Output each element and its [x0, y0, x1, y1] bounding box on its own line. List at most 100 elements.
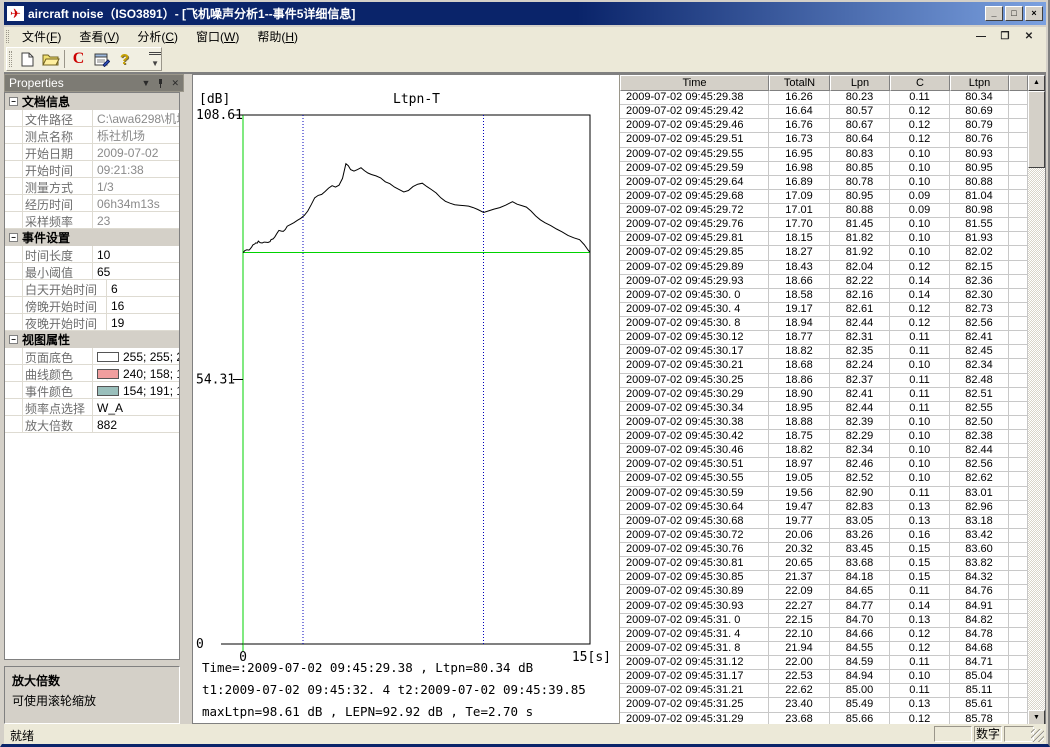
table-row[interactable]: 2009-07-02 09:45:29.6817.0980.950.0981.0… [620, 190, 1028, 204]
column-header-lpn[interactable]: Lpn [830, 75, 890, 91]
table-row[interactable]: 2009-07-02 09:45:30.5519.0582.520.1082.6… [620, 472, 1028, 486]
table-row[interactable]: 2009-07-02 09:45:31.1722.5384.940.1085.0… [620, 670, 1028, 684]
property-value[interactable]: 09:21:38 [93, 161, 179, 177]
collapse-icon[interactable]: − [9, 97, 18, 106]
table-row[interactable]: 2009-07-02 09:45:29.4616.7680.670.1280.7… [620, 119, 1028, 133]
collapse-icon[interactable]: − [9, 335, 18, 344]
table-row[interactable]: 2009-07-02 09:45:31.2122.6285.000.1185.1… [620, 684, 1028, 698]
color-swatch-icon[interactable] [97, 369, 119, 379]
table-row[interactable]: 2009-07-02 09:45:29.7217.0180.880.0980.9… [620, 204, 1028, 218]
table-row[interactable]: 2009-07-02 09:45:30. 419.1782.610.1282.7… [620, 303, 1028, 317]
maximize-button[interactable]: □ [1005, 6, 1023, 21]
menu-grip[interactable] [6, 30, 9, 43]
table-row[interactable]: 2009-07-02 09:45:30.8120.6583.680.1583.8… [620, 557, 1028, 571]
column-header-c[interactable]: C [890, 75, 950, 91]
table-row[interactable]: 2009-07-02 09:45:30.4218.7582.290.1082.3… [620, 430, 1028, 444]
property-value[interactable]: 882 [93, 416, 179, 432]
minimize-button[interactable]: _ [985, 6, 1003, 21]
resize-grip[interactable] [1031, 729, 1044, 742]
property-value[interactable]: 154; 191; 187 [93, 382, 179, 398]
analysis-button[interactable]: C [67, 48, 90, 70]
table-row[interactable]: 2009-07-02 09:45:29.5116.7380.640.1280.7… [620, 133, 1028, 147]
table-row[interactable]: 2009-07-02 09:45:30.4618.8282.340.1082.4… [620, 444, 1028, 458]
menu-item-3[interactable]: 窗口(W) [187, 28, 248, 46]
toolbar-overflow-icon[interactable]: ▼ [149, 52, 161, 66]
menu-item-2[interactable]: 分析(C) [128, 28, 187, 46]
table-row[interactable]: 2009-07-02 09:45:30. 818.9482.440.1282.5… [620, 317, 1028, 331]
table-row[interactable]: 2009-07-02 09:45:30.1218.7782.310.1182.4… [620, 331, 1028, 345]
property-value[interactable]: 240; 158; 158 [93, 365, 179, 381]
table-row[interactable]: 2009-07-02 09:45:29.6416.8980.780.1080.8… [620, 176, 1028, 190]
table-row[interactable]: 2009-07-02 09:45:30.1718.8282.350.1182.4… [620, 345, 1028, 359]
properties-header[interactable]: Properties ▼ ✕ [4, 74, 184, 92]
color-swatch-icon[interactable] [97, 386, 119, 396]
column-header-filler[interactable] [1009, 75, 1028, 91]
property-section-header[interactable]: −文档信息 [5, 93, 179, 110]
table-row[interactable]: 2009-07-02 09:45:30.5919.5682.900.1183.0… [620, 487, 1028, 501]
column-header-time[interactable]: Time [620, 75, 769, 91]
table-row[interactable]: 2009-07-02 09:45:29.8518.2781.920.1082.0… [620, 246, 1028, 260]
table-row[interactable]: 2009-07-02 09:45:30.6419.4782.830.1382.9… [620, 501, 1028, 515]
table-row[interactable]: 2009-07-02 09:45:29.3816.2680.230.1180.3… [620, 91, 1028, 105]
property-value[interactable]: 06h34m13s [93, 195, 179, 211]
property-value[interactable]: W_A [93, 399, 179, 415]
table-row[interactable]: 2009-07-02 09:45:29.8118.1581.820.1081.9… [620, 232, 1028, 246]
menu-item-4[interactable]: 帮助(H) [248, 28, 307, 46]
scroll-thumb[interactable] [1028, 91, 1045, 168]
property-value[interactable]: 19 [107, 314, 179, 330]
table-row[interactable]: 2009-07-02 09:45:30.8922.0984.650.1184.7… [620, 585, 1028, 599]
column-header-totaln[interactable]: TotalN [769, 75, 830, 91]
table-row[interactable]: 2009-07-02 09:45:31.2523.4085.490.1385.6… [620, 698, 1028, 712]
property-value[interactable]: 65 [93, 263, 179, 279]
table-row[interactable]: 2009-07-02 09:45:30.8521.3784.180.1584.3… [620, 571, 1028, 585]
property-section-header[interactable]: −事件设置 [5, 229, 179, 246]
property-value[interactable]: 2009-07-02 [93, 144, 179, 160]
close-button[interactable]: × [1025, 6, 1043, 21]
table-row[interactable]: 2009-07-02 09:45:30.3418.9582.440.1182.5… [620, 402, 1028, 416]
table-row[interactable]: 2009-07-02 09:45:31.1222.0084.590.1184.7… [620, 656, 1028, 670]
property-value[interactable]: 10 [93, 246, 179, 262]
mdi-restore-button[interactable]: ❐ [998, 31, 1012, 42]
ltpn-chart[interactable]: [dB]Ltpn-T108.6154.310015[s]Time=:2009-0… [193, 75, 619, 726]
property-value[interactable]: 255; 255; 255 [93, 348, 179, 364]
table-row[interactable]: 2009-07-02 09:45:30.2518.8682.370.1182.4… [620, 374, 1028, 388]
new-file-button[interactable] [16, 48, 39, 70]
table-row[interactable]: 2009-07-02 09:45:30.2918.9082.410.1182.5… [620, 388, 1028, 402]
table-row[interactable]: 2009-07-02 09:45:31. 022.1584.700.1384.8… [620, 614, 1028, 628]
property-value[interactable]: C:\awa6298\机场 [93, 110, 179, 126]
mdi-close-button[interactable]: ✕ [1022, 31, 1036, 42]
property-value[interactable]: 栎社机场 [93, 127, 179, 143]
table-row[interactable]: 2009-07-02 09:45:30.5118.9782.460.1082.5… [620, 458, 1028, 472]
pin-icon[interactable] [157, 79, 164, 88]
table-row[interactable]: 2009-07-02 09:45:29.5516.9580.830.1080.9… [620, 148, 1028, 162]
table-row[interactable]: 2009-07-02 09:45:30. 018.5882.160.1482.3… [620, 289, 1028, 303]
open-file-button[interactable] [39, 48, 62, 70]
property-section-header[interactable]: −视图属性 [5, 331, 179, 348]
color-swatch-icon[interactable] [97, 352, 119, 362]
menu-item-0[interactable]: 文件(F) [13, 28, 70, 46]
scroll-track[interactable] [1028, 91, 1045, 710]
table-row[interactable]: 2009-07-02 09:45:30.6819.7783.050.1383.1… [620, 515, 1028, 529]
mdi-minimize-button[interactable]: — [974, 31, 988, 42]
toolbar-grip[interactable] [9, 51, 12, 66]
table-row[interactable]: 2009-07-02 09:45:30.7220.0683.260.1683.4… [620, 529, 1028, 543]
scroll-up-button[interactable]: ▲ [1028, 75, 1045, 91]
table-row[interactable]: 2009-07-02 09:45:29.8918.4382.040.1282.1… [620, 261, 1028, 275]
table-row[interactable]: 2009-07-02 09:45:29.7617.7081.450.1081.5… [620, 218, 1028, 232]
table-row[interactable]: 2009-07-02 09:45:31. 821.9484.550.1284.6… [620, 642, 1028, 656]
property-value[interactable]: 23 [93, 212, 179, 228]
property-value[interactable]: 16 [107, 297, 179, 313]
column-header-ltpn[interactable]: Ltpn [950, 75, 1009, 91]
property-value[interactable]: 1/3 [93, 178, 179, 194]
table-row[interactable]: 2009-07-02 09:45:29.9318.6682.220.1482.3… [620, 275, 1028, 289]
table-row[interactable]: 2009-07-02 09:45:30.3818.8882.390.1082.5… [620, 416, 1028, 430]
properties-button[interactable] [90, 48, 113, 70]
table-row[interactable]: 2009-07-02 09:45:29.4216.6480.570.1280.6… [620, 105, 1028, 119]
help-button[interactable]: ? [113, 48, 136, 70]
table-row[interactable]: 2009-07-02 09:45:29.5916.9880.850.1080.9… [620, 162, 1028, 176]
menu-item-1[interactable]: 查看(V) [70, 28, 128, 46]
collapse-icon[interactable]: − [9, 233, 18, 242]
panel-close-icon[interactable]: ✕ [171, 78, 179, 89]
property-value[interactable]: 6 [107, 280, 179, 296]
table-row[interactable]: 2009-07-02 09:45:30.7620.3283.450.1583.6… [620, 543, 1028, 557]
